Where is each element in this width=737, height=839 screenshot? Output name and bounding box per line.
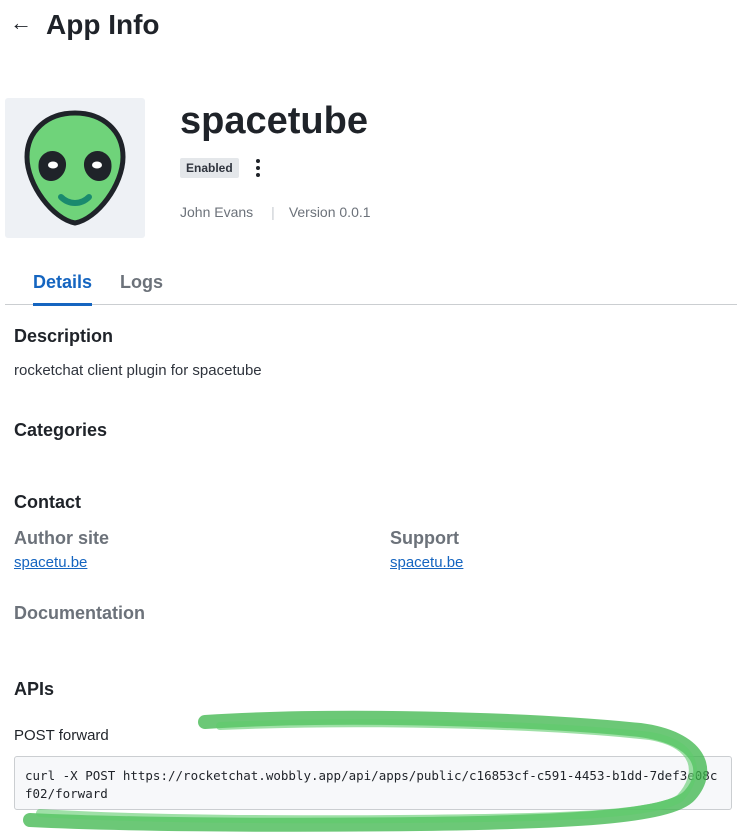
- app-icon: [5, 98, 145, 238]
- app-name: spacetube: [180, 100, 368, 142]
- description-title: Description: [14, 326, 114, 346]
- tab-bar: Details Logs: [5, 258, 737, 306]
- app-author: John Evans: [180, 204, 254, 220]
- meta-divider: |: [271, 204, 275, 220]
- contact-title: Contact: [14, 492, 81, 512]
- api-curl-code[interactable]: curl -X POST https://rocketchat.wobbly.a…: [14, 756, 732, 810]
- support-link[interactable]: spacetu.be: [390, 554, 463, 571]
- author-site-link[interactable]: spacetu.be: [14, 554, 87, 571]
- support-title: Support: [390, 528, 459, 548]
- author-site-title: Author site: [14, 528, 110, 548]
- app-version: Version 0.0.1: [288, 204, 371, 220]
- apis-title: APIs: [14, 679, 55, 699]
- categories-title: Categories: [14, 420, 108, 440]
- status-badge: Enabled: [180, 158, 239, 178]
- back-arrow-icon[interactable]: ←: [10, 10, 32, 35]
- description-text: rocketchat client plugin for spacetube: [14, 362, 262, 379]
- tab-logs[interactable]: Logs: [120, 272, 163, 303]
- api-method-label: POST forward: [14, 727, 109, 744]
- app-meta: John Evans | Version 0.0.1: [180, 204, 371, 220]
- kebab-menu-icon[interactable]: [248, 156, 268, 180]
- documentation-title: Documentation: [14, 603, 146, 623]
- tab-details[interactable]: Details: [33, 272, 93, 306]
- page-title: App Info: [46, 9, 160, 40]
- alien-face-icon: [24, 110, 126, 226]
